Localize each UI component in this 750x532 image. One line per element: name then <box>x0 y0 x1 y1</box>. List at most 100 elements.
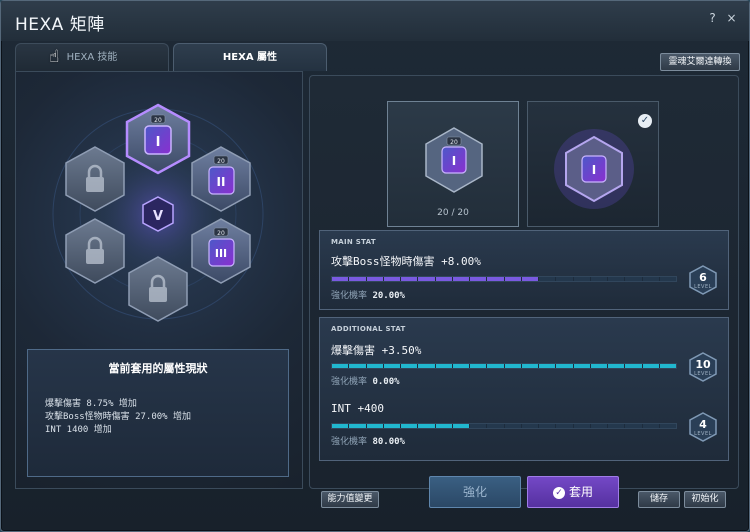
numeral-label: I <box>156 135 161 150</box>
progress-segment <box>504 424 521 428</box>
progress-segment <box>556 277 573 281</box>
main-stat-bar <box>331 276 677 282</box>
additional-stat-rate: 強化機率 80.00% <box>331 437 405 447</box>
help-icon[interactable]: ? <box>705 11 720 26</box>
enhance-button[interactable]: 強化 <box>429 476 521 508</box>
progress-segment <box>383 277 400 281</box>
status-title: 當前套用的屬性現狀 <box>108 362 208 375</box>
additional-stat-level: 10 <box>695 358 711 371</box>
level-label: LEVEL <box>694 431 712 437</box>
main-stat-box: MAIN STAT 攻擊Boss怪物時傷害 +8.00% 強化機率 20.00%… <box>319 230 729 310</box>
progress-segment <box>659 277 676 281</box>
progress-segment <box>539 277 556 281</box>
additional-stat-rate: 強化機率 0.00% <box>331 377 400 387</box>
progress-segment <box>383 364 400 368</box>
progress-segment <box>625 364 642 368</box>
status-lines: 爆擊傷害 8.75% 增加 攻擊Boss怪物時傷害 27.00% 增加 INT … <box>45 398 191 437</box>
progress-segment <box>608 277 625 281</box>
numeral-label: III <box>215 247 227 260</box>
progress-segment <box>642 364 659 368</box>
progress-segment <box>487 364 504 368</box>
progress-segment <box>349 364 366 368</box>
v-emblem-icon: V <box>142 196 174 232</box>
additional-stat-header: ADDITIONAL STAT <box>331 325 406 333</box>
reset-button[interactable]: 初始化 <box>684 491 726 508</box>
progress-segment <box>452 364 469 368</box>
progress-segment <box>642 424 659 428</box>
close-icon[interactable]: × <box>724 11 739 26</box>
core-hex-icon: I 20 <box>425 127 483 193</box>
progress-segment <box>556 364 573 368</box>
level-badge: 20 <box>154 117 162 124</box>
progress-segment <box>332 277 349 281</box>
progress-segment <box>590 424 607 428</box>
progress-segment <box>418 277 435 281</box>
progress-segment <box>349 277 366 281</box>
check-circle-icon: ✓ <box>552 486 565 499</box>
progress-segment <box>349 424 366 428</box>
progress-segment <box>659 424 676 428</box>
progress-segment <box>608 424 625 428</box>
progress-segment <box>487 277 504 281</box>
main-stat-level: 6 <box>699 271 707 284</box>
hexa-matrix-window: HEXA 矩陣 ? × HEXA 技能 HEXA 屬性 ☝ 靈魂艾爾達轉換 I … <box>0 0 750 532</box>
progress-segment <box>332 424 349 428</box>
main-stat-name: 攻擊Boss怪物時傷害 +8.00% <box>331 255 481 268</box>
progress-segment <box>470 364 487 368</box>
core-card-preview[interactable]: I ✓ <box>527 101 659 227</box>
status-line: 爆擊傷害 8.75% 增加 <box>45 399 137 409</box>
save-button[interactable]: 儲存 <box>638 491 680 508</box>
change-stat-button[interactable]: 能力值變更 <box>321 491 379 508</box>
progress-segment <box>556 424 573 428</box>
card-level-text: 20 / 20 <box>437 208 469 218</box>
level-label: LEVEL <box>694 371 712 377</box>
progress-segment <box>401 364 418 368</box>
progress-segment <box>487 424 504 428</box>
level-badge: 20 <box>217 158 225 165</box>
progress-segment <box>452 277 469 281</box>
progress-segment <box>401 424 418 428</box>
progress-segment <box>625 277 642 281</box>
progress-segment <box>573 424 590 428</box>
progress-segment <box>539 424 556 428</box>
progress-segment <box>401 277 418 281</box>
level-label: LEVEL <box>694 284 712 290</box>
progress-segment <box>573 277 590 281</box>
status-line: INT 1400 增加 <box>45 425 112 435</box>
progress-segment <box>642 277 659 281</box>
progress-segment <box>573 364 590 368</box>
progress-segment <box>504 277 521 281</box>
level-badge: 20 <box>450 139 458 146</box>
progress-segment <box>590 277 607 281</box>
progress-segment <box>470 277 487 281</box>
progress-segment <box>383 424 400 428</box>
apply-button[interactable]: ✓ 套用 <box>527 476 619 508</box>
level-badge: 20 <box>217 230 225 237</box>
progress-segment <box>521 364 538 368</box>
progress-segment <box>366 277 383 281</box>
progress-segment <box>608 364 625 368</box>
progress-segment <box>366 364 383 368</box>
progress-segment <box>625 424 642 428</box>
progress-segment <box>452 424 469 428</box>
progress-segment <box>521 424 538 428</box>
progress-segment <box>435 364 452 368</box>
progress-segment <box>366 424 383 428</box>
progress-segment <box>659 364 676 368</box>
current-status-box: 當前套用的屬性現狀 爆擊傷害 8.75% 增加 攻擊Boss怪物時傷害 27.0… <box>27 349 289 477</box>
additional-stat-bar <box>331 363 677 369</box>
hex-grid: I 20 II 20 III 20 V <box>52 103 264 322</box>
progress-segment <box>590 364 607 368</box>
progress-segment <box>332 364 349 368</box>
progress-segment <box>435 277 452 281</box>
additional-stat-bar <box>331 423 677 429</box>
progress-segment <box>539 364 556 368</box>
progress-segment <box>418 424 435 428</box>
core-card-current[interactable]: I 20 20 / 20 <box>387 101 519 227</box>
status-line: 攻擊Boss怪物時傷害 27.00% 增加 <box>45 412 192 422</box>
numeral-label: I <box>592 163 596 177</box>
numeral-label: I <box>452 154 456 168</box>
additional-stat-name: INT +400 <box>331 402 384 415</box>
soul-erda-convert-button[interactable]: 靈魂艾爾達轉換 <box>660 53 740 71</box>
additional-stat-level: 4 <box>699 418 707 431</box>
